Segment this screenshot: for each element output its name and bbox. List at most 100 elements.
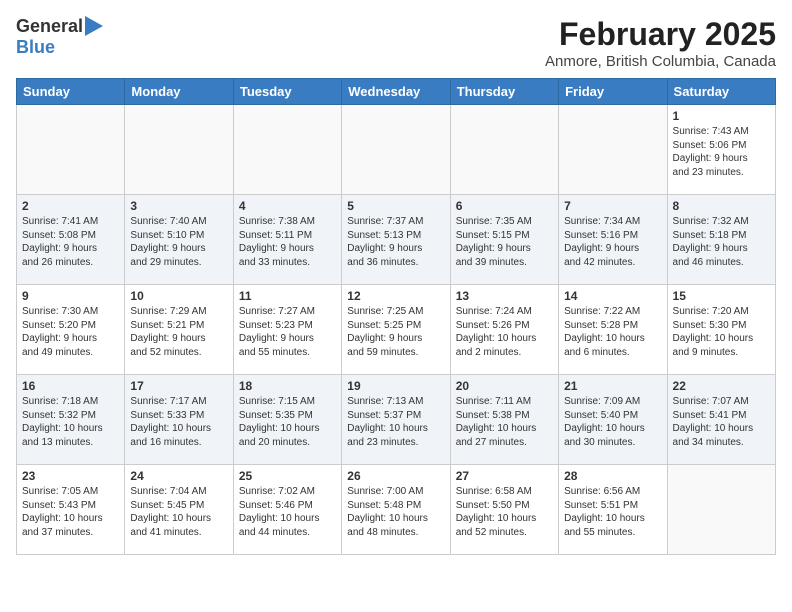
calendar-cell: 7 Sunrise: 7:34 AM Sunset: 5:16 PM Daylig… [559, 195, 667, 285]
calendar-cell: 15Sunrise: 7:20 AM Sunset: 5:30 PM Dayli… [667, 285, 775, 375]
calendar-cell: 24 Sunrise: 7:04 AM Sunset: 5:45 PM Dayli… [125, 465, 233, 555]
calendar-cell: 4 Sunrise: 7:38 AM Sunset: 5:11 PM Daylig… [233, 195, 341, 285]
calendar-cell [559, 105, 667, 195]
day-info: Sunrise: 7:11 AM Sunset: 5:38 PM Dayligh… [456, 395, 553, 449]
day-info: Sunrise: 7:32 AM Sunset: 5:18 PM Dayligh… [673, 215, 770, 269]
day-info: Sunrise: 7:43 AM Sunset: 5:06 PM Dayligh… [673, 125, 770, 179]
calendar-table: SundayMondayTuesdayWednesdayThursdayFrid… [16, 78, 776, 555]
day-number: 23 [22, 469, 119, 483]
calendar-cell: 10 Sunrise: 7:29 AM Sunset: 5:21 PM Dayli… [125, 285, 233, 375]
calendar-header-row: SundayMondayTuesdayWednesdayThursdayFrid… [17, 79, 776, 105]
day-info: Sunrise: 7:02 AM Sunset: 5:46 PM Dayligh… [239, 485, 336, 539]
day-info: Sunrise: 7:24 AM Sunset: 5:26 PM Dayligh… [456, 305, 553, 359]
day-number: 4 [239, 199, 336, 213]
logo-general-text: General [16, 16, 83, 37]
day-number: 17 [130, 379, 227, 393]
day-number: 18 [239, 379, 336, 393]
calendar-cell: 8 Sunrise: 7:32 AM Sunset: 5:18 PM Daylig… [667, 195, 775, 285]
calendar-cell: 1 Sunrise: 7:43 AM Sunset: 5:06 PM Daylig… [667, 105, 775, 195]
calendar-cell: 9 Sunrise: 7:30 AM Sunset: 5:20 PM Daylig… [17, 285, 125, 375]
title-block: February 2025 Anmore, British Columbia, … [545, 16, 776, 70]
location-text: Anmore, British Columbia, Canada [545, 53, 776, 70]
day-info: Sunrise: 7:13 AM Sunset: 5:37 PM Dayligh… [347, 395, 444, 449]
day-number: 27 [456, 469, 553, 483]
calendar-cell: 11 Sunrise: 7:27 AM Sunset: 5:23 PM Dayli… [233, 285, 341, 375]
month-title: February 2025 [545, 16, 776, 53]
day-number: 10 [130, 289, 227, 303]
day-info: Sunrise: 7:30 AM Sunset: 5:20 PM Dayligh… [22, 305, 119, 359]
calendar-cell: 14Sunrise: 7:22 AM Sunset: 5:28 PM Dayli… [559, 285, 667, 375]
day-info: Sunrise: 7:29 AM Sunset: 5:21 PM Dayligh… [130, 305, 227, 359]
calendar-week-row: 16 Sunrise: 7:18 AM Sunset: 5:32 PM Dayli… [17, 375, 776, 465]
day-info: Sunrise: 7:34 AM Sunset: 5:16 PM Dayligh… [564, 215, 661, 269]
day-number: 16 [22, 379, 119, 393]
day-info: Sunrise: 7:18 AM Sunset: 5:32 PM Dayligh… [22, 395, 119, 449]
day-info: Sunrise: 7:35 AM Sunset: 5:15 PM Dayligh… [456, 215, 553, 269]
day-number: 9 [22, 289, 119, 303]
calendar-cell: 23 Sunrise: 7:05 AM Sunset: 5:43 PM Dayli… [17, 465, 125, 555]
day-number: 20 [456, 379, 553, 393]
day-number: 25 [239, 469, 336, 483]
page-header: General Blue February 2025 Anmore, Briti… [16, 16, 776, 70]
day-info: Sunrise: 7:40 AM Sunset: 5:10 PM Dayligh… [130, 215, 227, 269]
calendar-cell: 26Sunrise: 7:00 AM Sunset: 5:48 PM Dayli… [342, 465, 450, 555]
calendar-cell: 3 Sunrise: 7:40 AM Sunset: 5:10 PM Daylig… [125, 195, 233, 285]
day-number: 8 [673, 199, 770, 213]
calendar-cell: 16 Sunrise: 7:18 AM Sunset: 5:32 PM Dayli… [17, 375, 125, 465]
day-number: 13 [456, 289, 553, 303]
weekday-header: Sunday [17, 79, 125, 105]
calendar-cell [667, 465, 775, 555]
calendar-week-row: 2 Sunrise: 7:41 AM Sunset: 5:08 PM Daylig… [17, 195, 776, 285]
day-info: Sunrise: 7:05 AM Sunset: 5:43 PM Dayligh… [22, 485, 119, 539]
day-number: 2 [22, 199, 119, 213]
calendar-cell: 2 Sunrise: 7:41 AM Sunset: 5:08 PM Daylig… [17, 195, 125, 285]
calendar-week-row: 23 Sunrise: 7:05 AM Sunset: 5:43 PM Dayli… [17, 465, 776, 555]
calendar-cell: 28 Sunrise: 6:56 AM Sunset: 5:51 PM Dayli… [559, 465, 667, 555]
logo-arrow-icon [85, 16, 103, 36]
calendar-cell: 12 Sunrise: 7:25 AM Sunset: 5:25 PM Dayli… [342, 285, 450, 375]
day-info: Sunrise: 6:56 AM Sunset: 5:51 PM Dayligh… [564, 485, 661, 539]
calendar-cell [125, 105, 233, 195]
day-number: 26 [347, 469, 444, 483]
calendar-cell [342, 105, 450, 195]
day-number: 3 [130, 199, 227, 213]
logo-blue-text: Blue [16, 37, 55, 58]
day-info: Sunrise: 7:41 AM Sunset: 5:08 PM Dayligh… [22, 215, 119, 269]
day-number: 1 [673, 109, 770, 123]
calendar-cell [450, 105, 558, 195]
day-info: Sunrise: 7:37 AM Sunset: 5:13 PM Dayligh… [347, 215, 444, 269]
day-info: Sunrise: 7:25 AM Sunset: 5:25 PM Dayligh… [347, 305, 444, 359]
day-info: Sunrise: 7:22 AM Sunset: 5:28 PM Dayligh… [564, 305, 661, 359]
calendar-cell: 25 Sunrise: 7:02 AM Sunset: 5:46 PM Dayli… [233, 465, 341, 555]
weekday-header: Wednesday [342, 79, 450, 105]
calendar-week-row: 1 Sunrise: 7:43 AM Sunset: 5:06 PM Daylig… [17, 105, 776, 195]
day-number: 21 [564, 379, 661, 393]
day-info: Sunrise: 7:07 AM Sunset: 5:41 PM Dayligh… [673, 395, 770, 449]
calendar-cell: 21Sunrise: 7:09 AM Sunset: 5:40 PM Dayli… [559, 375, 667, 465]
calendar-cell: 22 Sunrise: 7:07 AM Sunset: 5:41 PM Dayli… [667, 375, 775, 465]
day-info: Sunrise: 7:27 AM Sunset: 5:23 PM Dayligh… [239, 305, 336, 359]
day-info: Sunrise: 7:04 AM Sunset: 5:45 PM Dayligh… [130, 485, 227, 539]
day-info: Sunrise: 7:17 AM Sunset: 5:33 PM Dayligh… [130, 395, 227, 449]
day-number: 19 [347, 379, 444, 393]
calendar-cell: 19 Sunrise: 7:13 AM Sunset: 5:37 PM Dayli… [342, 375, 450, 465]
day-number: 7 [564, 199, 661, 213]
day-info: Sunrise: 7:20 AM Sunset: 5:30 PM Dayligh… [673, 305, 770, 359]
day-number: 12 [347, 289, 444, 303]
logo: General Blue [16, 16, 103, 58]
day-info: Sunrise: 6:58 AM Sunset: 5:50 PM Dayligh… [456, 485, 553, 539]
day-info: Sunrise: 7:15 AM Sunset: 5:35 PM Dayligh… [239, 395, 336, 449]
day-number: 28 [564, 469, 661, 483]
day-number: 22 [673, 379, 770, 393]
weekday-header: Monday [125, 79, 233, 105]
calendar-cell: 17 Sunrise: 7:17 AM Sunset: 5:33 PM Dayli… [125, 375, 233, 465]
day-number: 6 [456, 199, 553, 213]
calendar-cell: 6 Sunrise: 7:35 AM Sunset: 5:15 PM Daylig… [450, 195, 558, 285]
day-info: Sunrise: 7:38 AM Sunset: 5:11 PM Dayligh… [239, 215, 336, 269]
calendar-cell: 20 Sunrise: 7:11 AM Sunset: 5:38 PM Dayli… [450, 375, 558, 465]
day-number: 11 [239, 289, 336, 303]
day-number: 24 [130, 469, 227, 483]
calendar-cell: 18 Sunrise: 7:15 AM Sunset: 5:35 PM Dayli… [233, 375, 341, 465]
weekday-header: Tuesday [233, 79, 341, 105]
calendar-cell: 13 Sunrise: 7:24 AM Sunset: 5:26 PM Dayli… [450, 285, 558, 375]
